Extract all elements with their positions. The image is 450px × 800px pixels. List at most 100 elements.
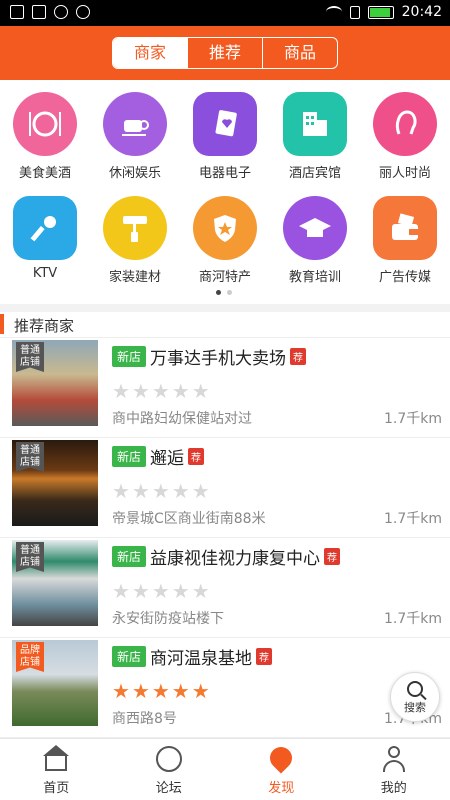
recommend-tag: 荐 xyxy=(324,548,341,565)
category-label: 广告传媒 xyxy=(378,270,431,285)
paint-roller-icon xyxy=(103,196,167,260)
tab-label: 论坛 xyxy=(155,781,182,796)
search-button[interactable]: 搜索 xyxy=(390,672,440,722)
divider xyxy=(0,304,450,312)
person-icon xyxy=(380,745,408,773)
graduation-cap-icon xyxy=(283,196,347,260)
shop-type-badge: 普通店铺 xyxy=(16,442,44,472)
new-store-tag: 新店 xyxy=(112,546,147,567)
tab-label: 首页 xyxy=(43,781,70,796)
category-label: 商河特产 xyxy=(198,270,251,285)
new-store-tag: 新店 xyxy=(112,646,147,667)
tab-recommend[interactable]: 推荐 xyxy=(187,38,262,68)
category-label: 休闲娱乐 xyxy=(108,166,161,181)
wallet-icon xyxy=(373,196,437,260)
category-beauty[interactable]: 丽人时尚 xyxy=(360,92,450,181)
tab-label: 发现 xyxy=(268,781,295,796)
merchant-distance: 1.7千km xyxy=(383,411,442,427)
shop-type-badge: 品牌店铺 xyxy=(16,642,44,672)
category-grid: 美食美酒 休闲娱乐 电器电子 酒店宾馆 丽人时尚 KTV 家装建材 商河特产 教… xyxy=(0,80,450,304)
tab-discover[interactable]: 发现 xyxy=(225,739,338,800)
new-store-tag: 新店 xyxy=(112,346,147,367)
tab-mine[interactable]: 我的 xyxy=(338,739,450,800)
merchant-address: 商西路8号 xyxy=(112,711,177,727)
shield-star-icon xyxy=(193,196,257,260)
status-bar: 20:42 xyxy=(0,0,450,26)
merchant-name: 商河温泉基地 xyxy=(150,649,253,669)
microphone-icon xyxy=(13,196,77,260)
merchant-name: 邂逅 xyxy=(150,449,185,469)
tab-merchants[interactable]: 商家 xyxy=(113,38,187,68)
woman-icon xyxy=(373,92,437,156)
tab-forum[interactable]: 论坛 xyxy=(113,739,226,800)
clock: 20:42 xyxy=(401,4,442,20)
image-icon xyxy=(10,5,24,19)
category-leisure[interactable]: 休闲娱乐 xyxy=(90,92,180,181)
category-advertising[interactable]: 广告传媒 xyxy=(360,196,450,285)
compass-icon xyxy=(155,745,183,773)
recommend-tag: 荐 xyxy=(188,448,205,465)
top-bar: 商家 推荐 商品 xyxy=(0,26,450,80)
tab-home[interactable]: 首页 xyxy=(0,739,113,800)
merchant-address: 帝景城C区商业街南88米 xyxy=(112,511,266,527)
category-label: 家装建材 xyxy=(108,270,161,285)
merchant-photo: 品牌店铺 xyxy=(12,640,98,726)
category-specialty[interactable]: 商河特产 xyxy=(180,196,270,285)
recommend-tag: 荐 xyxy=(256,648,273,665)
list-item[interactable]: 品牌店铺 新店商河温泉基地荐 ★★★★★ 商西路8号 1.7千km xyxy=(0,638,450,738)
merchant-address: 商中路妇幼保健站对过 xyxy=(112,411,252,427)
merchant-distance: 1.7千km xyxy=(383,511,442,527)
rating-stars: ★★★★★ xyxy=(112,579,212,603)
category-label: 教育培训 xyxy=(288,270,341,285)
merchant-photo: 普通店铺 xyxy=(12,340,98,426)
globe-icon xyxy=(54,5,68,19)
category-education[interactable]: 教育培训 xyxy=(270,196,360,285)
list-item[interactable]: 普通店铺 新店 万事达手机大卖场荐 ★★★★★ 商中路妇幼保健站对过 1.7千km xyxy=(0,338,450,438)
category-label: 丽人时尚 xyxy=(378,166,431,181)
bottom-tab-bar: 首页 论坛 发现 我的 xyxy=(0,738,450,800)
tab-products[interactable]: 商品 xyxy=(262,38,337,68)
rating-stars: ★★★★★ xyxy=(112,379,212,403)
recommend-tag: 荐 xyxy=(290,348,307,365)
list-item[interactable]: 普通店铺 新店 益康视佳视力康复中心荐 ★★★★★ 永安街防疫站楼下 1.7千km xyxy=(0,538,450,638)
merchant-photo: 普通店铺 xyxy=(12,440,98,526)
category-electronics[interactable]: 电器电子 xyxy=(180,92,270,181)
home-icon xyxy=(42,745,70,773)
shop-type-badge: 普通店铺 xyxy=(16,542,44,572)
sim-icon xyxy=(349,5,360,19)
new-store-tag: 新店 xyxy=(112,446,147,467)
search-label: 搜索 xyxy=(404,701,426,714)
page-dot xyxy=(216,290,221,295)
grid-icon xyxy=(32,5,46,19)
building-icon xyxy=(283,92,347,156)
section-accent-bar xyxy=(0,314,4,334)
category-ktv[interactable]: KTV xyxy=(0,196,90,281)
wifi-icon xyxy=(325,6,342,18)
list-item[interactable]: 普通店铺 新店 邂逅荐 ★★★★★ 帝景城C区商业街南88米 1.7千km xyxy=(0,438,450,538)
segment-control: 商家 推荐 商品 xyxy=(112,37,338,69)
section-title: 推荐商家 xyxy=(14,317,75,335)
merchant-address: 永安街防疫站楼下 xyxy=(112,611,224,627)
dining-icon xyxy=(13,92,77,156)
merchant-photo: 普通店铺 xyxy=(12,540,98,626)
search-icon xyxy=(407,681,423,697)
shop-type-badge: 普通店铺 xyxy=(16,342,44,372)
category-food[interactable]: 美食美酒 xyxy=(0,92,90,181)
page-indicator xyxy=(216,290,232,295)
merchant-name: 益康视佳视力康复中心 xyxy=(150,549,321,569)
section-header: 推荐商家 xyxy=(0,312,450,338)
more-icon xyxy=(76,5,90,19)
cards-icon xyxy=(193,92,257,156)
merchant-distance: 1.7千km xyxy=(383,611,442,627)
category-label: KTV xyxy=(32,266,58,281)
tab-label: 我的 xyxy=(380,781,407,796)
category-label: 电器电子 xyxy=(198,166,251,181)
merchant-name: 万事达手机大卖场 xyxy=(150,349,287,369)
rating-stars: ★★★★★ xyxy=(112,479,212,503)
coffee-icon xyxy=(103,92,167,156)
location-pin-icon xyxy=(265,742,297,774)
category-hotel[interactable]: 酒店宾馆 xyxy=(270,92,360,181)
battery-icon xyxy=(367,5,394,19)
category-label: 美食美酒 xyxy=(18,166,71,181)
category-home-decor[interactable]: 家装建材 xyxy=(90,196,180,285)
